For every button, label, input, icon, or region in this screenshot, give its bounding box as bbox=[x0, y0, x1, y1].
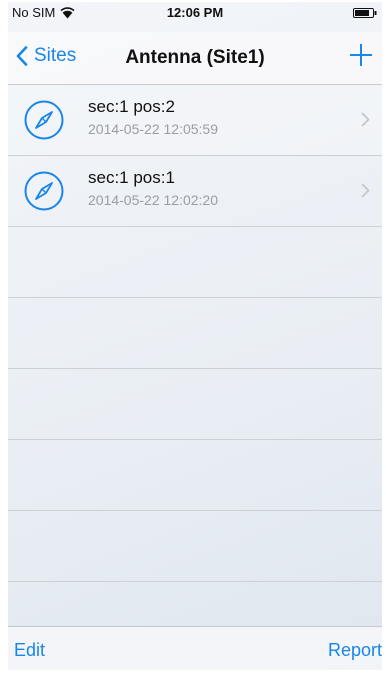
battery-icon bbox=[353, 8, 377, 18]
list-item-title: sec:1 pos:2 bbox=[88, 97, 175, 116]
bottom-toolbar: Edit Report bbox=[8, 626, 382, 670]
status-time: 12:06 PM bbox=[166, 5, 224, 20]
chevron-right-icon bbox=[361, 112, 370, 127]
list-item[interactable]: sec:1 pos:1 2014-05-22 12:02:20 bbox=[8, 156, 382, 227]
report-button[interactable]: Report bbox=[328, 640, 382, 661]
list-item-timestamp: 2014-05-22 12:05:59 bbox=[88, 121, 218, 137]
plus-icon bbox=[350, 44, 372, 66]
list-item-timestamp: 2014-05-22 12:02:20 bbox=[88, 192, 218, 208]
empty-row bbox=[8, 298, 382, 369]
status-bar: No SIM 12:06 PM bbox=[8, 2, 382, 32]
compass-icon bbox=[24, 100, 64, 140]
edit-button[interactable]: Edit bbox=[14, 640, 45, 661]
list-item[interactable]: sec:1 pos:2 2014-05-22 12:05:59 bbox=[8, 85, 382, 156]
app-screen: No SIM 12:06 PM Sites Antenna (Site1) se… bbox=[8, 2, 382, 670]
empty-row bbox=[8, 440, 382, 511]
list-item-title: sec:1 pos:1 bbox=[88, 168, 175, 187]
compass-icon bbox=[24, 171, 64, 211]
empty-row bbox=[8, 511, 382, 582]
antenna-list: sec:1 pos:2 2014-05-22 12:05:59 sec:1 po… bbox=[8, 85, 382, 582]
navigation-bar: Sites Antenna (Site1) bbox=[8, 32, 382, 85]
chevron-right-icon bbox=[361, 183, 370, 198]
empty-row bbox=[8, 369, 382, 440]
add-button[interactable] bbox=[348, 42, 374, 68]
page-title: Antenna (Site1) bbox=[125, 47, 265, 68]
empty-row bbox=[8, 227, 382, 298]
